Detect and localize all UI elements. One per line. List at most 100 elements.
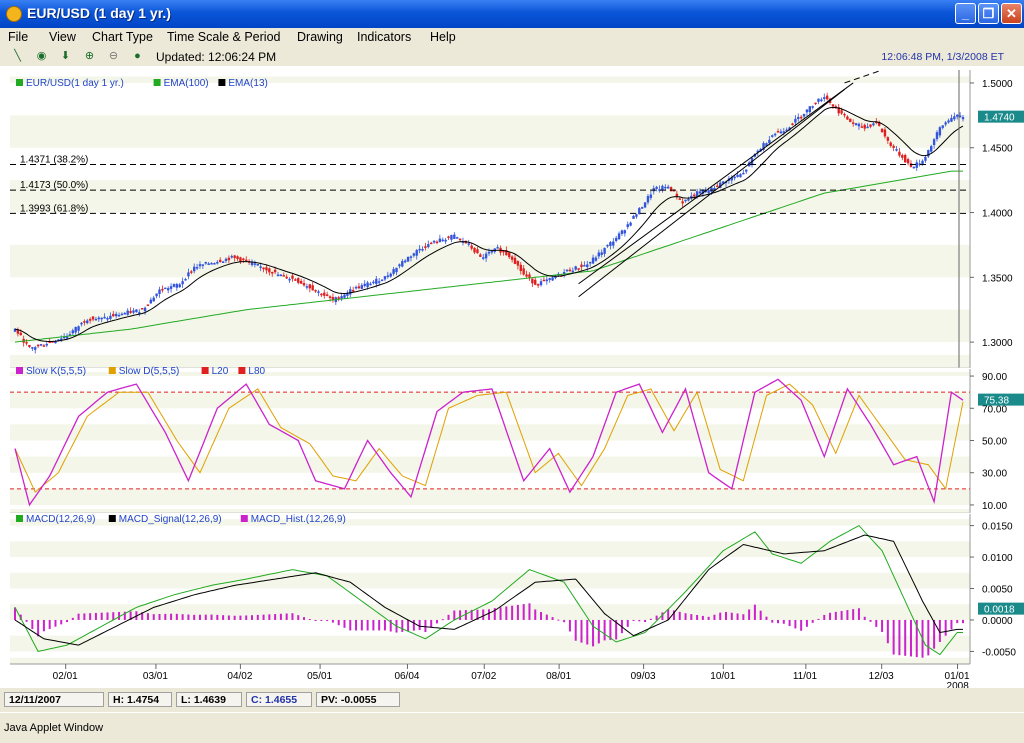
macd-hist-bar [655, 615, 658, 620]
macd-hist-bar [805, 619, 808, 627]
macd-hist-bar [857, 608, 860, 620]
candle-body [429, 242, 433, 245]
chart-svg[interactable]: 1.4371 (38.2%) 1.4173 (50.0%) 1.3993 (61.8… [0, 66, 1024, 692]
candle-body [325, 294, 329, 297]
macd-hist-bar [66, 619, 69, 623]
zoom-in-icon[interactable]: ⊕ [82, 49, 97, 64]
candle-body [297, 277, 300, 283]
macd-hist-bar [834, 611, 837, 620]
candle-body [814, 102, 817, 105]
candle-body [357, 286, 361, 289]
macd-hist-bar [164, 613, 167, 620]
down-arrow-icon[interactable]: ⬇ [58, 49, 73, 64]
stoch-legend-swatch [108, 367, 116, 374]
zoom-out-icon[interactable]: ⊖ [106, 49, 121, 64]
candle-body [906, 159, 910, 164]
candle-body [591, 257, 595, 264]
candle-body [305, 286, 309, 288]
candle-body [522, 268, 525, 275]
candle-body [395, 267, 398, 273]
macd-hist-bar [227, 615, 230, 620]
menu-drawing[interactable]: Drawing [297, 30, 343, 44]
macd-hist-bar [950, 619, 953, 630]
candle-body [285, 276, 288, 279]
candle-body [45, 343, 48, 346]
macd-hist-bar [54, 619, 57, 627]
macd-hist-bar [638, 619, 641, 622]
x-year-label: 2008 [947, 681, 970, 688]
target-icon[interactable]: ◉ [34, 49, 49, 64]
candle-body [921, 160, 924, 165]
macd-hist-bar [580, 619, 583, 643]
line-tool-icon[interactable]: ╲ [10, 49, 25, 64]
macd-hist-bar [823, 614, 826, 620]
candle-body [961, 117, 965, 120]
candle-body [577, 268, 580, 270]
candle-body [938, 127, 942, 136]
macd-hist-bar [696, 615, 699, 620]
macd-hist-bar [730, 612, 733, 620]
candle-body [152, 297, 155, 302]
macd-hist-bar [557, 619, 560, 621]
macd-hist-bar [77, 613, 80, 620]
macd-hist-bar [453, 610, 456, 620]
candle-body [655, 186, 658, 189]
candle-body [86, 320, 89, 324]
macd-hist-bar [707, 616, 710, 620]
candle-body [941, 125, 944, 128]
stoch-legend-swatch [238, 367, 246, 374]
maximize-button[interactable]: ❐ [978, 3, 999, 24]
candle-body [398, 264, 401, 267]
candle-body [947, 120, 950, 123]
candle-body [840, 110, 843, 114]
candle-body [479, 254, 482, 257]
candle-body [126, 310, 129, 315]
close-button[interactable]: ✕ [1001, 3, 1022, 24]
macd-hist-bar [401, 619, 404, 632]
macd-hist-bar [239, 615, 242, 620]
candle-body [854, 123, 858, 126]
candle-body [201, 264, 205, 266]
x-tick-label: 10/01 [710, 671, 735, 682]
candle-body [271, 272, 274, 274]
macd-hist-bar [349, 619, 352, 631]
macd-hist-bar [343, 619, 346, 628]
menu-time-scale-period[interactable]: Time Scale & Period [167, 30, 280, 44]
macd-hist-bar [725, 611, 727, 620]
candle-body [34, 347, 37, 350]
macd-legend-swatch [108, 515, 116, 522]
stoch-y-tick-label: 50.00 [982, 437, 1007, 448]
menu-indicators[interactable]: Indicators [357, 30, 411, 44]
price-y-tick-label: 1.4500 [982, 144, 1013, 155]
macd-hist-bar [817, 618, 820, 620]
macd-hist-bar [753, 604, 756, 620]
candle-body [860, 126, 864, 128]
candle-body [791, 123, 794, 126]
candle-body [94, 318, 98, 321]
candle-body [831, 104, 835, 107]
menu-help[interactable]: Help [430, 30, 456, 44]
macd-hist-bar [233, 615, 236, 620]
macd-hist-bar [840, 610, 843, 620]
macd-hist-bar [60, 619, 63, 625]
chart-area[interactable]: 1.4371 (38.2%) 1.4173 (50.0%) 1.3993 (61.8… [0, 66, 1024, 692]
candle-body [892, 145, 895, 148]
stoch-legend-swatch [201, 367, 209, 374]
candle-body [820, 99, 823, 102]
candle-body [866, 126, 869, 129]
minimize-button[interactable]: _ [955, 3, 976, 24]
candle-body [172, 284, 176, 287]
candle-body [314, 290, 317, 292]
candle-body [256, 263, 259, 266]
candle-body [802, 113, 806, 117]
menu-file[interactable]: File [8, 30, 28, 44]
menu-chart-type[interactable]: Chart Type [92, 30, 153, 44]
app-icon [6, 6, 22, 22]
candle-body [458, 238, 462, 241]
macd-legend-item: MACD(12,26,9) [26, 514, 95, 525]
price-legend-swatch [153, 79, 161, 86]
macd-hist-bar [944, 619, 947, 636]
candle-body [406, 256, 410, 262]
macd-hist-bar [528, 603, 531, 620]
menu-view[interactable]: View [49, 30, 76, 44]
